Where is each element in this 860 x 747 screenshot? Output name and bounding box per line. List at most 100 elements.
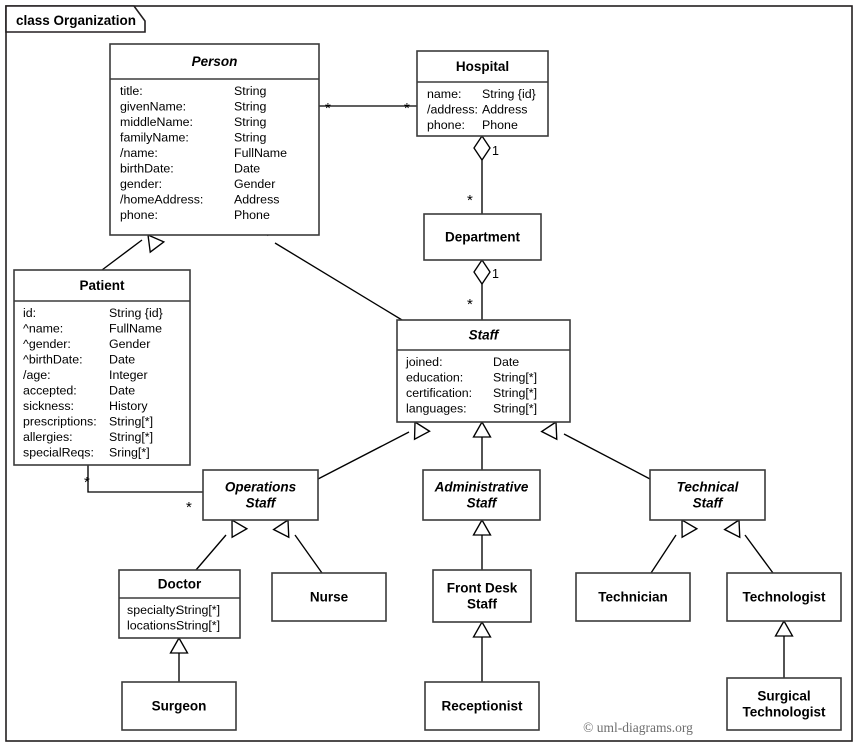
class-department[interactable]: Department: [423, 213, 542, 261]
attribute-name: accepted:: [23, 384, 77, 398]
attribute-name: /homeAddress:: [120, 193, 203, 207]
class-name: Person: [192, 54, 238, 69]
diagram-canvas: class Organization Person title: String giv…: [5, 5, 853, 742]
class-name: Staff: [467, 597, 498, 612]
attribute-type: String[*]: [493, 386, 537, 400]
class-name: Administrative: [434, 480, 529, 495]
attribute-type: String: [234, 84, 266, 98]
multiplicity-person-end: *: [325, 100, 331, 117]
multiplicity-dept-staff-many: *: [467, 192, 473, 209]
class-person[interactable]: Person title: String givenName: String middle…: [109, 43, 320, 236]
attribute-type: Phone: [234, 208, 270, 222]
class-name: Doctor: [158, 577, 202, 592]
class-name: Technologist: [743, 705, 827, 720]
attribute-name: ^gender:: [23, 337, 71, 351]
class-surgical-technologist[interactable]: SurgicalTechnologist: [726, 677, 842, 731]
attribute-type: String[*]: [109, 430, 153, 444]
class-front-desk-staff[interactable]: Front DeskStaff: [432, 569, 532, 623]
attribute-type: Date: [109, 384, 135, 398]
attribute-type: Gender: [234, 177, 275, 191]
attribute-name: familyName:: [120, 131, 189, 145]
attribute-type: String: [234, 115, 266, 129]
class-administrative-staff[interactable]: AdministrativeStaff: [422, 469, 541, 521]
attribute-type: Date: [234, 162, 260, 176]
attribute-type: String[*]: [109, 415, 153, 429]
attribute-type: String[*]: [493, 402, 537, 416]
class-name: Surgeon: [152, 699, 207, 714]
class-receptionist[interactable]: Receptionist: [424, 681, 540, 731]
attribute-name: sickness:: [23, 399, 74, 413]
attribute-name: ^name:: [23, 322, 63, 336]
class-nurse[interactable]: Nurse: [271, 572, 387, 622]
attribute-name: /address:: [427, 103, 478, 117]
multiplicity-patient-assoc-end: *: [84, 474, 90, 491]
attribute-type: FullName: [234, 146, 287, 160]
attribute-name: id:: [23, 306, 36, 320]
attribute-name: givenName:: [120, 100, 186, 114]
attribute-type: FullName: [109, 322, 162, 336]
class-name: Front Desk: [447, 581, 518, 596]
class-technologist[interactable]: Technologist: [726, 572, 842, 622]
attribute-type: String[*]: [176, 603, 220, 617]
class-patient[interactable]: Patient id: String {id} ^name: FullName ^gend…: [13, 269, 191, 466]
attribute-type: Address: [482, 103, 527, 117]
copyright-label: © uml-diagrams.org: [583, 720, 693, 735]
attribute-type: String[*]: [176, 619, 220, 633]
attribute-name: locations:: [127, 619, 179, 633]
attribute-type: History: [109, 399, 148, 413]
attribute-type: Phone: [482, 118, 518, 132]
class-doctor[interactable]: Doctorspecialty:String[*]locations:Strin…: [118, 569, 241, 639]
attribute-type: Date: [109, 353, 135, 367]
attribute-name: phone:: [120, 208, 158, 222]
attribute-name: /age:: [23, 368, 51, 382]
class-name: Nurse: [310, 590, 349, 605]
attribute-type: String {id}: [109, 306, 163, 320]
multiplicity-hospital-end: *: [404, 100, 410, 117]
attribute-name: middleName:: [120, 115, 193, 129]
class-surgeon[interactable]: Surgeon: [121, 681, 237, 731]
class-name: Staff: [467, 496, 498, 511]
multiplicity-hospital-dept-one: 1: [492, 144, 499, 158]
multiplicity-staff-many: *: [467, 296, 473, 313]
class-technician[interactable]: Technician: [575, 572, 691, 622]
attribute-name: title:: [120, 84, 143, 98]
class-name: Department: [445, 230, 521, 245]
multiplicity-dept-one: 1: [492, 267, 499, 281]
frame-label: class Organization: [16, 13, 136, 28]
attribute-name: specialReqs:: [23, 446, 94, 460]
attribute-name: joined:: [405, 355, 443, 369]
attribute-type: Gender: [109, 337, 150, 351]
class-name: Technical: [677, 480, 739, 495]
uml-class-diagram: class Organization Person title: String giv…: [0, 0, 860, 747]
class-name: Staff: [693, 496, 724, 511]
attribute-name: specialty:: [127, 603, 179, 617]
attribute-name: phone:: [427, 118, 465, 132]
attribute-type: Address: [234, 193, 279, 207]
class-name: Technologist: [743, 590, 827, 605]
multiplicity-operations-assoc-end: *: [186, 499, 192, 516]
attribute-type: String: [234, 100, 266, 114]
class-hospital[interactable]: Hospital name: String {id} /address: Address…: [416, 50, 549, 137]
attribute-name: languages:: [406, 402, 467, 416]
attribute-name: allergies:: [23, 430, 73, 444]
attribute-name: birthDate:: [120, 162, 174, 176]
attribute-name: /name:: [120, 146, 158, 160]
attribute-name: education:: [406, 371, 463, 385]
class-name: Receptionist: [441, 699, 523, 714]
attribute-type: Date: [493, 355, 519, 369]
class-name: Staff: [246, 496, 277, 511]
class-name: Technician: [598, 590, 668, 605]
class-name: Hospital: [456, 59, 509, 74]
attribute-type: String[*]: [493, 371, 537, 385]
class-technical-staff[interactable]: TechnicalStaff: [649, 469, 766, 521]
copyright-credit: © uml-diagrams.org: [583, 720, 693, 735]
attribute-name: certification:: [406, 386, 472, 400]
class-name: Staff: [469, 328, 500, 343]
class-operations-staff[interactable]: OperationsStaff: [202, 469, 319, 521]
class-name: Patient: [79, 278, 125, 293]
class-staff[interactable]: Staff joined: Date education: String[*] certi…: [396, 319, 571, 423]
attribute-type: String: [234, 131, 266, 145]
attribute-name: ^birthDate:: [23, 353, 83, 367]
attribute-type: Sring[*]: [109, 446, 150, 460]
class-name: Operations: [225, 480, 297, 495]
